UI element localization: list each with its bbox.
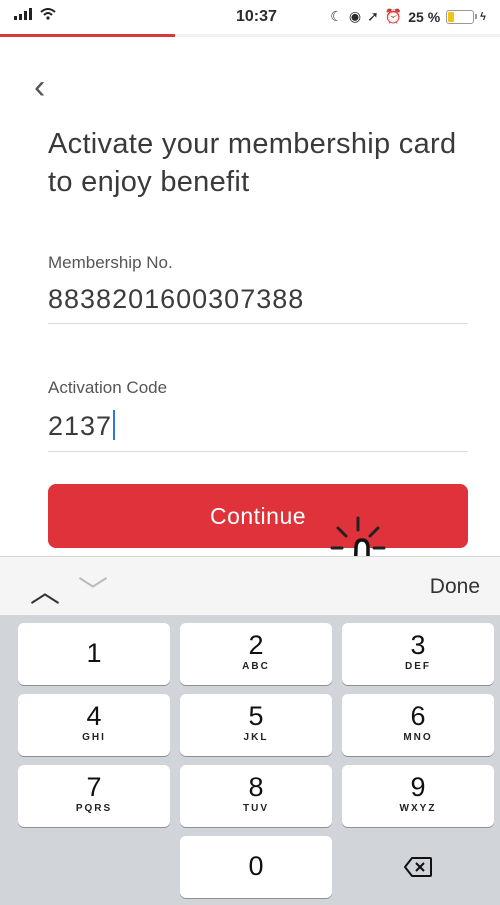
chevron-left-icon: ‹ <box>34 68 46 106</box>
step-progress-fill <box>0 34 175 37</box>
key-7[interactable]: 7 PQRS <box>18 765 170 827</box>
wifi-icon <box>40 8 56 20</box>
key-1[interactable]: 1 <box>18 623 170 685</box>
done-button[interactable]: Done <box>430 575 480 599</box>
key-3[interactable]: 3 DEF <box>342 623 494 685</box>
previous-field-button[interactable]: ︿ <box>30 567 60 611</box>
charging-icon: ϟ <box>480 10 486 23</box>
key-2[interactable]: 2 ABC <box>180 623 332 685</box>
page-title: Activate your membership card to enjoy b… <box>48 128 457 198</box>
status-right: ☾ ◉ ➚ ⏰ 25 % ϟ <box>330 8 486 25</box>
backspace-icon <box>404 857 432 877</box>
signal-icon <box>14 8 32 20</box>
moon-icon: ☾ <box>330 8 343 24</box>
status-bar: 10:37 ☾ ◉ ➚ ⏰ 25 % ϟ <box>0 0 500 34</box>
text-caret <box>113 410 116 440</box>
back-button[interactable]: ‹ <box>34 68 45 107</box>
activation-code-field[interactable]: 2137 <box>48 410 116 442</box>
next-field-button[interactable]: ﹀ <box>78 567 108 611</box>
step-progress-bar <box>0 34 500 37</box>
activation-code-value: 2137 <box>48 411 113 441</box>
alarm-icon: ⏰ <box>384 8 403 24</box>
membership-number-field[interactable]: 8838201600307388 <box>48 284 304 315</box>
delete-key[interactable] <box>342 836 494 898</box>
key-9[interactable]: 9 WXYZ <box>342 765 494 827</box>
membership-label: Membership No. <box>48 253 173 272</box>
key-6[interactable]: 6 MNO <box>342 694 494 756</box>
membership-underline <box>48 323 468 324</box>
key-5[interactable]: 5 JKL <box>180 694 332 756</box>
status-time: 10:37 <box>236 8 277 25</box>
lock-rotation-icon: ◉ <box>348 8 362 24</box>
keyboard-toolbar: ︿ ﹀ Done <box>0 556 500 615</box>
status-left <box>14 8 56 20</box>
activation-underline <box>48 451 468 452</box>
key-8[interactable]: 8 TUV <box>180 765 332 827</box>
numeric-keypad: 1 2 ABC 3 DEF 4 GHI 5 JKL 6 MNO 7 PQRS 8 TUV 9W… <box>0 615 500 905</box>
battery-icon <box>446 9 478 24</box>
key-4[interactable]: 4 GHI <box>18 694 170 756</box>
battery-percent: 25 % <box>408 8 441 25</box>
activation-label: Activation Code <box>48 378 168 397</box>
location-icon: ➚ <box>367 8 379 24</box>
key-0[interactable]: 0 <box>180 836 332 898</box>
